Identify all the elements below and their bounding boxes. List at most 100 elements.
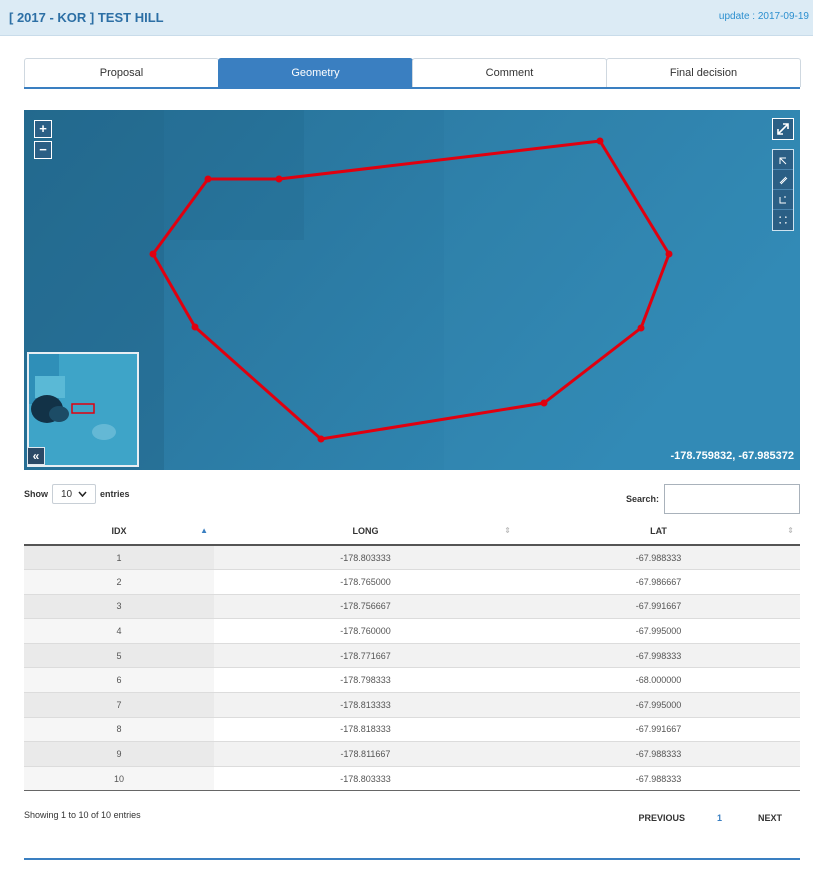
polygon-vertex[interactable] — [637, 324, 645, 332]
table-cell-idx: 5 — [24, 643, 214, 669]
page-1-button[interactable]: 1 — [717, 813, 722, 823]
table-cell-idx: 3 — [24, 594, 214, 620]
table-cell-lat: -67.986667 — [517, 569, 800, 595]
table-cell-idx: 9 — [24, 741, 214, 767]
next-button[interactable]: NEXT — [758, 813, 782, 823]
map-tile-shade — [164, 110, 304, 240]
table-cell-long: -178.771667 — [214, 643, 517, 669]
page-title: [ 2017 - KOR ] TEST HILL — [9, 10, 164, 25]
draw-rectangle-icon — [779, 216, 787, 224]
table-row[interactable]: 2 -178.765000 -67.986667 — [24, 569, 800, 595]
table-cell-long: -178.811667 — [214, 741, 517, 767]
table-info: Showing 1 to 10 of 10 entries — [24, 810, 141, 820]
table-cell-long: -178.760000 — [214, 618, 517, 644]
mouse-coordinates: -178.759832, -67.985372 — [670, 450, 794, 462]
table-cell-lat: -67.988333 — [517, 545, 800, 571]
chevron-down-icon — [78, 491, 87, 497]
minimap-tile — [35, 376, 65, 398]
sort-icon: ⇕ — [787, 526, 794, 535]
previous-button[interactable]: PREVIOUS — [638, 813, 685, 823]
table-cell-long: -178.803333 — [214, 766, 517, 792]
minimap-canvas — [29, 354, 137, 465]
table-row[interactable]: 7 -178.813333 -67.995000 — [24, 692, 800, 718]
table-cell-idx: 7 — [24, 692, 214, 718]
sort-icon: ⇕ — [504, 526, 511, 535]
polygon-vertex[interactable] — [596, 137, 604, 145]
draw-marker-button[interactable] — [773, 150, 793, 170]
table-cell-lat: -68.000000 — [517, 667, 800, 694]
zoom-in-button[interactable]: + — [34, 120, 52, 138]
table-cell-lat: -67.988333 — [517, 741, 800, 767]
table-cell-long: -178.798333 — [214, 667, 517, 694]
polygon-vertex[interactable] — [275, 175, 283, 183]
table-cell-lat: -67.995000 — [517, 618, 800, 644]
table-body: 1 -178.803333 -67.988333 2 -178.765000 -67.98… — [24, 545, 800, 792]
map-view[interactable]: + − « -178.759832, -67.985372 — [24, 110, 800, 470]
table-cell-idx: 6 — [24, 667, 214, 694]
table-cell-long: -178.756667 — [214, 594, 517, 620]
table-cell-idx: 1 — [24, 545, 214, 571]
search-input[interactable] — [664, 484, 801, 514]
table-cell-idx: 4 — [24, 618, 214, 644]
draw-polygon-button[interactable] — [773, 170, 793, 190]
fullscreen-button[interactable] — [772, 118, 794, 140]
zoom-control: + − — [34, 120, 52, 162]
tab-bar: Proposal Geometry Comment Final decision — [24, 58, 801, 89]
tab-comment[interactable]: Comment — [412, 58, 607, 87]
minimap-landmass — [49, 406, 69, 422]
table-search: Search: — [626, 484, 801, 514]
map-tile-shade — [444, 110, 800, 470]
table-cell-idx: 10 — [24, 766, 214, 792]
tab-proposal[interactable]: Proposal — [24, 58, 219, 87]
table-cell-lat: -67.988333 — [517, 766, 800, 792]
table-cell-lat: -67.991667 — [517, 717, 800, 743]
column-header-idx[interactable]: IDX ▲ — [24, 518, 214, 546]
table-cell-long: -178.818333 — [214, 717, 517, 743]
table-row[interactable]: 6 -178.798333 -68.000000 — [24, 667, 800, 694]
update-date: update : 2017-09-19 — [718, 11, 809, 22]
table-cell-idx: 8 — [24, 717, 214, 743]
polygon-vertex[interactable] — [540, 399, 548, 407]
polygon-vertex[interactable] — [317, 435, 325, 443]
table-cell-lat: -67.998333 — [517, 643, 800, 669]
draw-rectangle-button[interactable] — [773, 210, 793, 230]
zoom-out-button[interactable]: − — [34, 141, 52, 159]
table-row[interactable]: 9 -178.811667 -67.988333 — [24, 741, 800, 767]
entries-label: entries — [100, 489, 130, 499]
table-row[interactable]: 5 -178.771667 -67.998333 — [24, 643, 800, 669]
entries-length-control: Show 10 entries — [24, 484, 130, 504]
sort-ascending-icon: ▲ — [200, 526, 208, 535]
polygon-vertex[interactable] — [149, 250, 157, 258]
search-label: Search: — [626, 494, 660, 504]
table-cell-idx: 2 — [24, 569, 214, 595]
column-header-lat[interactable]: LAT ⇕ — [517, 518, 800, 546]
draw-polygon-icon — [779, 176, 788, 184]
table-cell-long: -178.813333 — [214, 692, 517, 718]
fullscreen-icon — [777, 123, 789, 135]
table-row[interactable]: 8 -178.818333 -67.991667 — [24, 717, 800, 743]
table-row[interactable]: 1 -178.803333 -67.988333 — [24, 545, 800, 571]
draw-polyline-icon — [779, 196, 786, 203]
draw-marker-icon — [779, 157, 787, 164]
entries-value: 10 — [60, 488, 73, 500]
tab-geometry[interactable]: Geometry — [218, 58, 413, 87]
polygon-vertex[interactable] — [204, 175, 212, 183]
pagination: PREVIOUS 1 NEXT — [638, 813, 782, 823]
table-cell-long: -178.765000 — [214, 569, 517, 595]
tab-final-decision[interactable]: Final decision — [606, 58, 801, 87]
polygon-vertex[interactable] — [191, 323, 199, 331]
show-label: Show — [24, 489, 48, 499]
entries-select[interactable]: 10 — [52, 484, 96, 504]
draw-polyline-button[interactable] — [773, 190, 793, 210]
minimap-shoal — [92, 424, 116, 440]
table-row[interactable]: 4 -178.760000 -67.995000 — [24, 618, 800, 644]
collapse-minimap-icon: « — [32, 449, 40, 463]
column-header-long[interactable]: LONG ⇕ — [214, 518, 517, 546]
table-row[interactable]: 10 -178.803333 -67.988333 — [24, 766, 800, 792]
map-canvas[interactable] — [24, 110, 800, 470]
table-row[interactable]: 3 -178.756667 -67.991667 — [24, 594, 800, 620]
table-cell-lat: -67.991667 — [517, 594, 800, 620]
polygon-vertex[interactable] — [665, 250, 673, 258]
collapse-minimap-button[interactable]: « — [27, 447, 45, 465]
footer-divider — [24, 858, 800, 860]
